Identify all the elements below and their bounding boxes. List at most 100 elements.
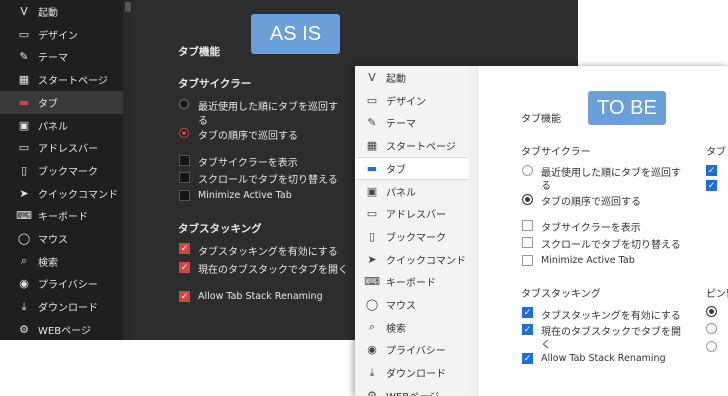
to-be-badge: TO BE [588,91,666,125]
web-icon: ⚙ [19,322,29,336]
as-is-sidebar-scrollbar[interactable] [123,0,133,340]
sidebar-item-label: 検索 [386,323,406,335]
sidebar-item-label: 検索 [38,257,58,269]
sidebar-item[interactable]: ◯ マウス [355,293,469,316]
radio-recent-order[interactable] [179,99,189,109]
sidebar-item-label: タブ [38,98,58,110]
radio-tab-order[interactable] [522,194,533,205]
sidebar-item-label: プライバシー [386,346,446,358]
sidebar-item[interactable]: ◉ プライバシー [355,338,469,361]
right-check-1[interactable]: ✓ [706,165,717,176]
sidebar-item-label: タブ [386,164,406,176]
sidebar-item[interactable]: ◉ プライバシー [0,272,123,295]
right-radio-1[interactable] [706,306,717,317]
radio-recent-order-label-wrap: る [198,116,208,127]
keyboard-icon: ⌨ [16,209,32,223]
to-be-sidebar-scrollbar[interactable] [469,66,478,396]
sidebar-item[interactable]: ▣ パネル [0,114,123,137]
sidebar-item-label: キーボード [386,278,436,290]
check-show-cycler[interactable] [522,220,533,231]
check-enable-stacking[interactable]: ✓ [522,307,533,318]
sidebar-item-label: プライバシー [38,280,98,292]
keyboard-icon: ⌨ [364,275,380,289]
sidebar-item[interactable]: ▭ デザイン [0,23,123,46]
radio-tab-order-label: タブの順序で巡回する [541,197,641,208]
right-column-heading: タブ [706,147,726,158]
sidebar-item-label: ブックマーク [38,166,98,178]
brush-icon: ✎ [19,50,29,64]
sidebar-item-label: WEBページ [38,325,91,337]
sidebar-item-label: アドレスバー [386,210,446,222]
check-allow-renaming-label: Allow Tab Stack Renaming [198,291,323,302]
check-open-in-stack[interactable]: ✓ [179,262,190,273]
sidebar-item-label: 起動 [38,8,58,19]
sidebar-item[interactable]: ▯ ブックマーク [355,225,469,248]
sidebar-item[interactable]: ⚙ WEBページ [0,318,123,340]
sidebar-item-label: ブックマーク [386,232,446,244]
tab-icon: ▬ [366,161,378,175]
stacking-heading: タブスタッキング [178,223,262,235]
vivaldi-v-icon: V [20,5,28,18]
sidebar-item-label: スタートページ [386,142,456,154]
sidebar-item[interactable]: ▯ ブックマーク [0,159,123,182]
right-check-2[interactable]: ✓ [706,180,717,191]
sidebar-item[interactable]: ▣ パネル [355,180,469,203]
sidebar-item[interactable]: ⚙ WEBページ [355,384,469,396]
sidebar-item[interactable]: ⌨ キーボード [0,204,123,227]
sidebar-item[interactable]: ⤓ ダウンロード [0,295,123,318]
right-radio-3[interactable] [706,341,717,352]
sidebar-item[interactable]: ➤ クイックコマンド [355,248,469,271]
right-radio-2[interactable] [706,323,717,334]
download-icon: ⤓ [21,299,27,313]
grid-icon: ▦ [18,73,30,87]
check-allow-renaming[interactable]: ✓ [522,353,533,364]
sidebar-item[interactable]: ▬ タブ [355,156,469,180]
right-column-heading-pin: ピン留 [706,289,728,300]
vivaldi-v-icon: V [368,71,376,84]
sidebar-item-label: マウス [38,235,68,246]
check-open-in-stack-label: 現在のタブスタックでタブを開く [198,265,348,276]
sidebar-item[interactable]: ▬ タブ [0,90,123,114]
scrollbar-thumb[interactable] [125,2,131,12]
sidebar-item[interactable]: ▦ スタートページ [0,68,123,91]
folder-icon: ▭ [18,27,30,41]
sidebar-item[interactable]: ▭ デザイン [355,89,469,112]
check-minimize-active[interactable] [522,255,533,266]
sidebar-item[interactable]: V 起動 [0,0,123,23]
check-scroll-switch[interactable] [179,172,190,183]
check-scroll-switch[interactable] [522,237,533,248]
radio-tab-order[interactable] [179,128,189,138]
sidebar-item-label: ダウンロード [386,369,446,381]
radio-recent-order-label: 最近使用した順にタブを巡回す [198,102,338,113]
check-open-in-stack[interactable]: ✓ [522,324,533,335]
sidebar-item[interactable]: ✎ テーマ [355,111,469,134]
sidebar-item-label: キーボード [38,212,88,224]
check-minimize-active[interactable] [179,190,190,201]
mouse-icon: ◯ [17,232,31,245]
sidebar-item[interactable]: ✎ テーマ [0,45,123,68]
sidebar-item[interactable]: ➤ クイックコマンド [0,182,123,205]
sidebar-item-label: パネル [38,121,68,133]
sidebar-item[interactable]: V 起動 [355,66,469,89]
sidebar-item-label: デザイン [386,96,426,108]
radio-recent-order-label: 最近使用した順にタブを巡回す [541,168,681,179]
check-allow-renaming[interactable]: ✓ [179,291,190,302]
check-enable-stacking[interactable]: ✓ [179,243,190,254]
check-show-cycler[interactable] [179,155,190,166]
download-icon: ⤓ [369,365,375,379]
sidebar-item[interactable]: ◯ マウス [0,227,123,250]
mouse-icon: ◯ [365,298,379,311]
sidebar-item[interactable]: ⌨ キーボード [355,270,469,293]
eye-icon: ◉ [367,343,377,357]
sidebar-item[interactable]: ▭ アドレスバー [355,202,469,225]
sidebar-item-label: WEBページ [386,388,439,396]
sidebar-item[interactable]: ⤓ ダウンロード [355,361,469,384]
quick-command-icon: ➤ [19,186,29,200]
sidebar-item[interactable]: ▭ アドレスバー [0,136,123,159]
sidebar-item[interactable]: ⌕ 検索 [0,250,123,273]
sidebar-item[interactable]: ▦ スタートページ [355,134,469,157]
check-show-cycler-label: タブサイクラーを表示 [198,158,298,169]
check-minimize-active-label: Minimize Active Tab [541,255,635,266]
sidebar-item[interactable]: ⌕ 検索 [355,316,469,339]
radio-recent-order[interactable] [522,165,533,176]
